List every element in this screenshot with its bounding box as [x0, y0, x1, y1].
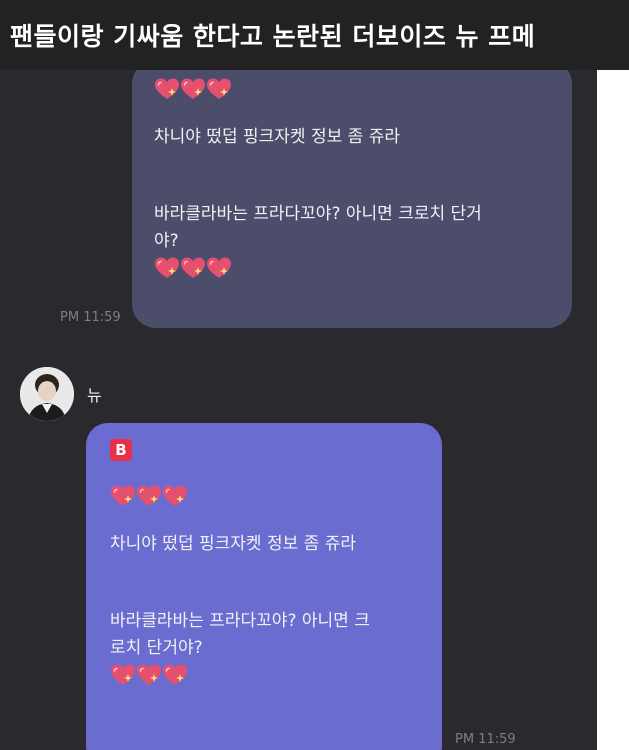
screenshot-page: 팬들이랑 기싸움 한다고 논란된 더보이즈 뉴 프메 차니야 떴덥 핑크자켓 정…: [0, 0, 629, 750]
heart-emoji-row: [110, 662, 418, 688]
message-timestamp: PM 11:59: [455, 732, 516, 747]
sparkle-heart-icon: [154, 256, 180, 280]
sparkle-heart-icon: [136, 663, 162, 687]
message-bubble-artist[interactable]: B 차니야 떴덥 핑크자켓 정보 좀 쥬라 바라클라바는 프라다꼬야? 아니면 …: [86, 423, 442, 750]
sparkle-heart-icon: [136, 484, 162, 508]
sparkle-heart-icon: [206, 77, 232, 101]
caption-bar: 팬들이랑 기싸움 한다고 논란된 더보이즈 뉴 프메: [0, 0, 629, 70]
sparkle-heart-icon: [180, 77, 206, 101]
sparkle-heart-icon: [154, 77, 180, 101]
message-text-line: 바라클라바는 프라다꼬야? 아니면 크: [110, 611, 370, 631]
message-text-line: 차니야 떴덥 핑크자켓 정보 좀 쥬라: [110, 534, 356, 554]
page-margin: [597, 70, 629, 750]
sparkle-heart-icon: [110, 484, 136, 508]
avatar-image: [20, 367, 74, 421]
message-text-line: 야?: [154, 231, 179, 251]
chat-area[interactable]: 차니야 떴덥 핑크자켓 정보 좀 쥬라 바라클라바는 프라다꼬야? 아니면 크로…: [0, 70, 597, 750]
sparkle-heart-icon: [162, 663, 188, 687]
heart-emoji-row: [154, 255, 550, 281]
message-bubble-received[interactable]: 차니야 떴덥 핑크자켓 정보 좀 쥬라 바라클라바는 프라다꼬야? 아니면 크로…: [132, 70, 572, 328]
caption-title: 팬들이랑 기싸움 한다고 논란된 더보이즈 뉴 프메: [10, 22, 536, 51]
b-badge-icon: B: [110, 439, 132, 461]
sparkle-heart-icon: [110, 663, 136, 687]
message-timestamp: PM 11:59: [60, 310, 121, 325]
message-text-line: 차니야 떴덥 핑크자켓 정보 좀 쥬라: [154, 127, 400, 147]
message-text-line: 바라클라바는 프라다꼬야? 아니면 크로치 단거: [154, 204, 482, 224]
sparkle-heart-icon: [206, 256, 232, 280]
sparkle-heart-icon: [162, 484, 188, 508]
sparkle-heart-icon: [180, 256, 206, 280]
heart-emoji-row: [110, 483, 418, 509]
heart-emoji-row: [154, 76, 550, 102]
profile-avatar[interactable]: [20, 367, 74, 421]
message-text-line: 로치 단거야?: [110, 638, 203, 658]
sender-name: 뉴: [87, 386, 102, 405]
